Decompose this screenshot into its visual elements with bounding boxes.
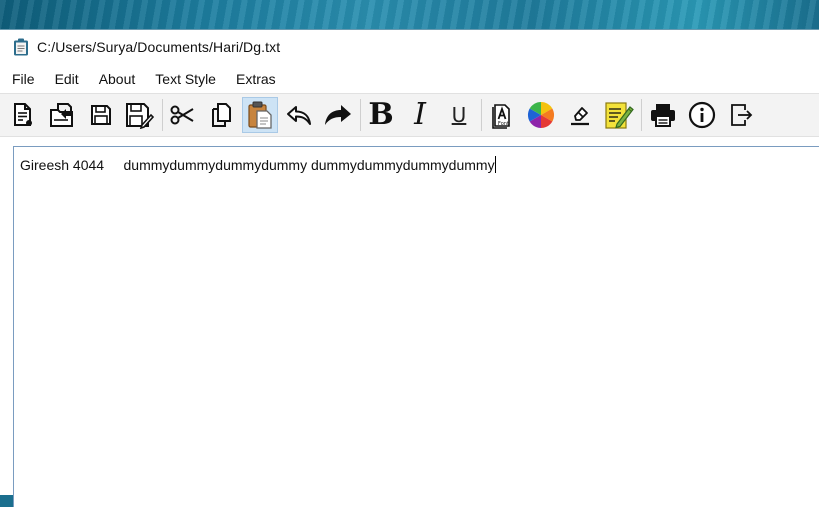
- italic-icon: I: [414, 97, 426, 132]
- desktop-wallpaper: [0, 0, 819, 30]
- clipboard-app-icon: [14, 38, 28, 55]
- text-editor[interactable]: Gireesh 4044 dummydummydummydummy dummyd…: [13, 146, 819, 507]
- bold-button[interactable]: B: [363, 97, 399, 133]
- exit-icon: [731, 104, 753, 126]
- save-as-icon: [126, 103, 154, 129]
- cut-button[interactable]: [164, 97, 200, 133]
- undo-button[interactable]: [281, 97, 317, 133]
- info-icon: [688, 101, 716, 129]
- underline-button[interactable]: U: [441, 97, 477, 133]
- save-button[interactable]: [83, 97, 119, 133]
- notepad-edit-button[interactable]: [601, 97, 637, 133]
- menu-file[interactable]: File: [0, 71, 45, 87]
- window-title: C:/Users/Surya/Documents/Hari/Dg.txt: [37, 38, 281, 55]
- highlight-button[interactable]: [562, 97, 598, 133]
- notepad-window: C:/Users/Surya/Documents/Hari/Dg.txt Fil…: [0, 29, 819, 507]
- menu-extras[interactable]: Extras: [226, 71, 286, 87]
- open-file-icon: [50, 103, 73, 127]
- color-wheel-icon: [527, 101, 555, 129]
- undo-icon: [287, 106, 311, 125]
- copy-button[interactable]: [203, 97, 239, 133]
- menu-bar: File Edit About Text Style Extras: [0, 68, 819, 90]
- redo-button[interactable]: [320, 97, 356, 133]
- menu-edit[interactable]: Edit: [45, 71, 89, 87]
- color-button[interactable]: [523, 97, 559, 133]
- toolbar: B I U Font: [0, 93, 819, 137]
- save-as-button[interactable]: [121, 97, 157, 133]
- info-button[interactable]: [684, 97, 720, 133]
- exit-button[interactable]: [723, 97, 759, 133]
- editor-text-line: Gireesh 4044 dummydummydummydummy dummyd…: [20, 156, 496, 173]
- highlight-icon: [571, 107, 589, 126]
- underline-icon: U: [451, 103, 467, 127]
- title-bar: C:/Users/Surya/Documents/Hari/Dg.txt: [0, 30, 819, 63]
- toolbar-separator: [481, 99, 482, 131]
- font-button[interactable]: Font: [484, 97, 520, 133]
- menu-text-style[interactable]: Text Style: [145, 71, 226, 87]
- new-document-icon: [14, 103, 32, 126]
- italic-button[interactable]: I: [402, 97, 438, 133]
- font-icon: Font: [492, 104, 510, 129]
- toolbar-separator: [641, 99, 642, 131]
- print-button[interactable]: [645, 97, 681, 133]
- paste-button[interactable]: [242, 97, 278, 133]
- save-icon: [91, 105, 111, 125]
- redo-icon: [325, 105, 351, 125]
- toolbar-separator: [162, 99, 163, 131]
- menu-about[interactable]: About: [89, 71, 146, 87]
- print-icon: [651, 104, 675, 127]
- notepad-edit-icon: [605, 102, 634, 129]
- text-caret: [494, 156, 496, 173]
- cut-icon: [170, 105, 194, 125]
- bold-icon: B: [368, 97, 394, 132]
- font-label: Font: [498, 121, 509, 127]
- editor-content: Gireesh 4044 dummydummydummydummy dummyd…: [20, 157, 495, 173]
- copy-icon: [212, 103, 231, 127]
- open-file-button[interactable]: [44, 97, 80, 133]
- new-document-button[interactable]: [5, 97, 41, 133]
- toolbar-separator: [360, 99, 361, 131]
- paste-icon: [248, 101, 272, 129]
